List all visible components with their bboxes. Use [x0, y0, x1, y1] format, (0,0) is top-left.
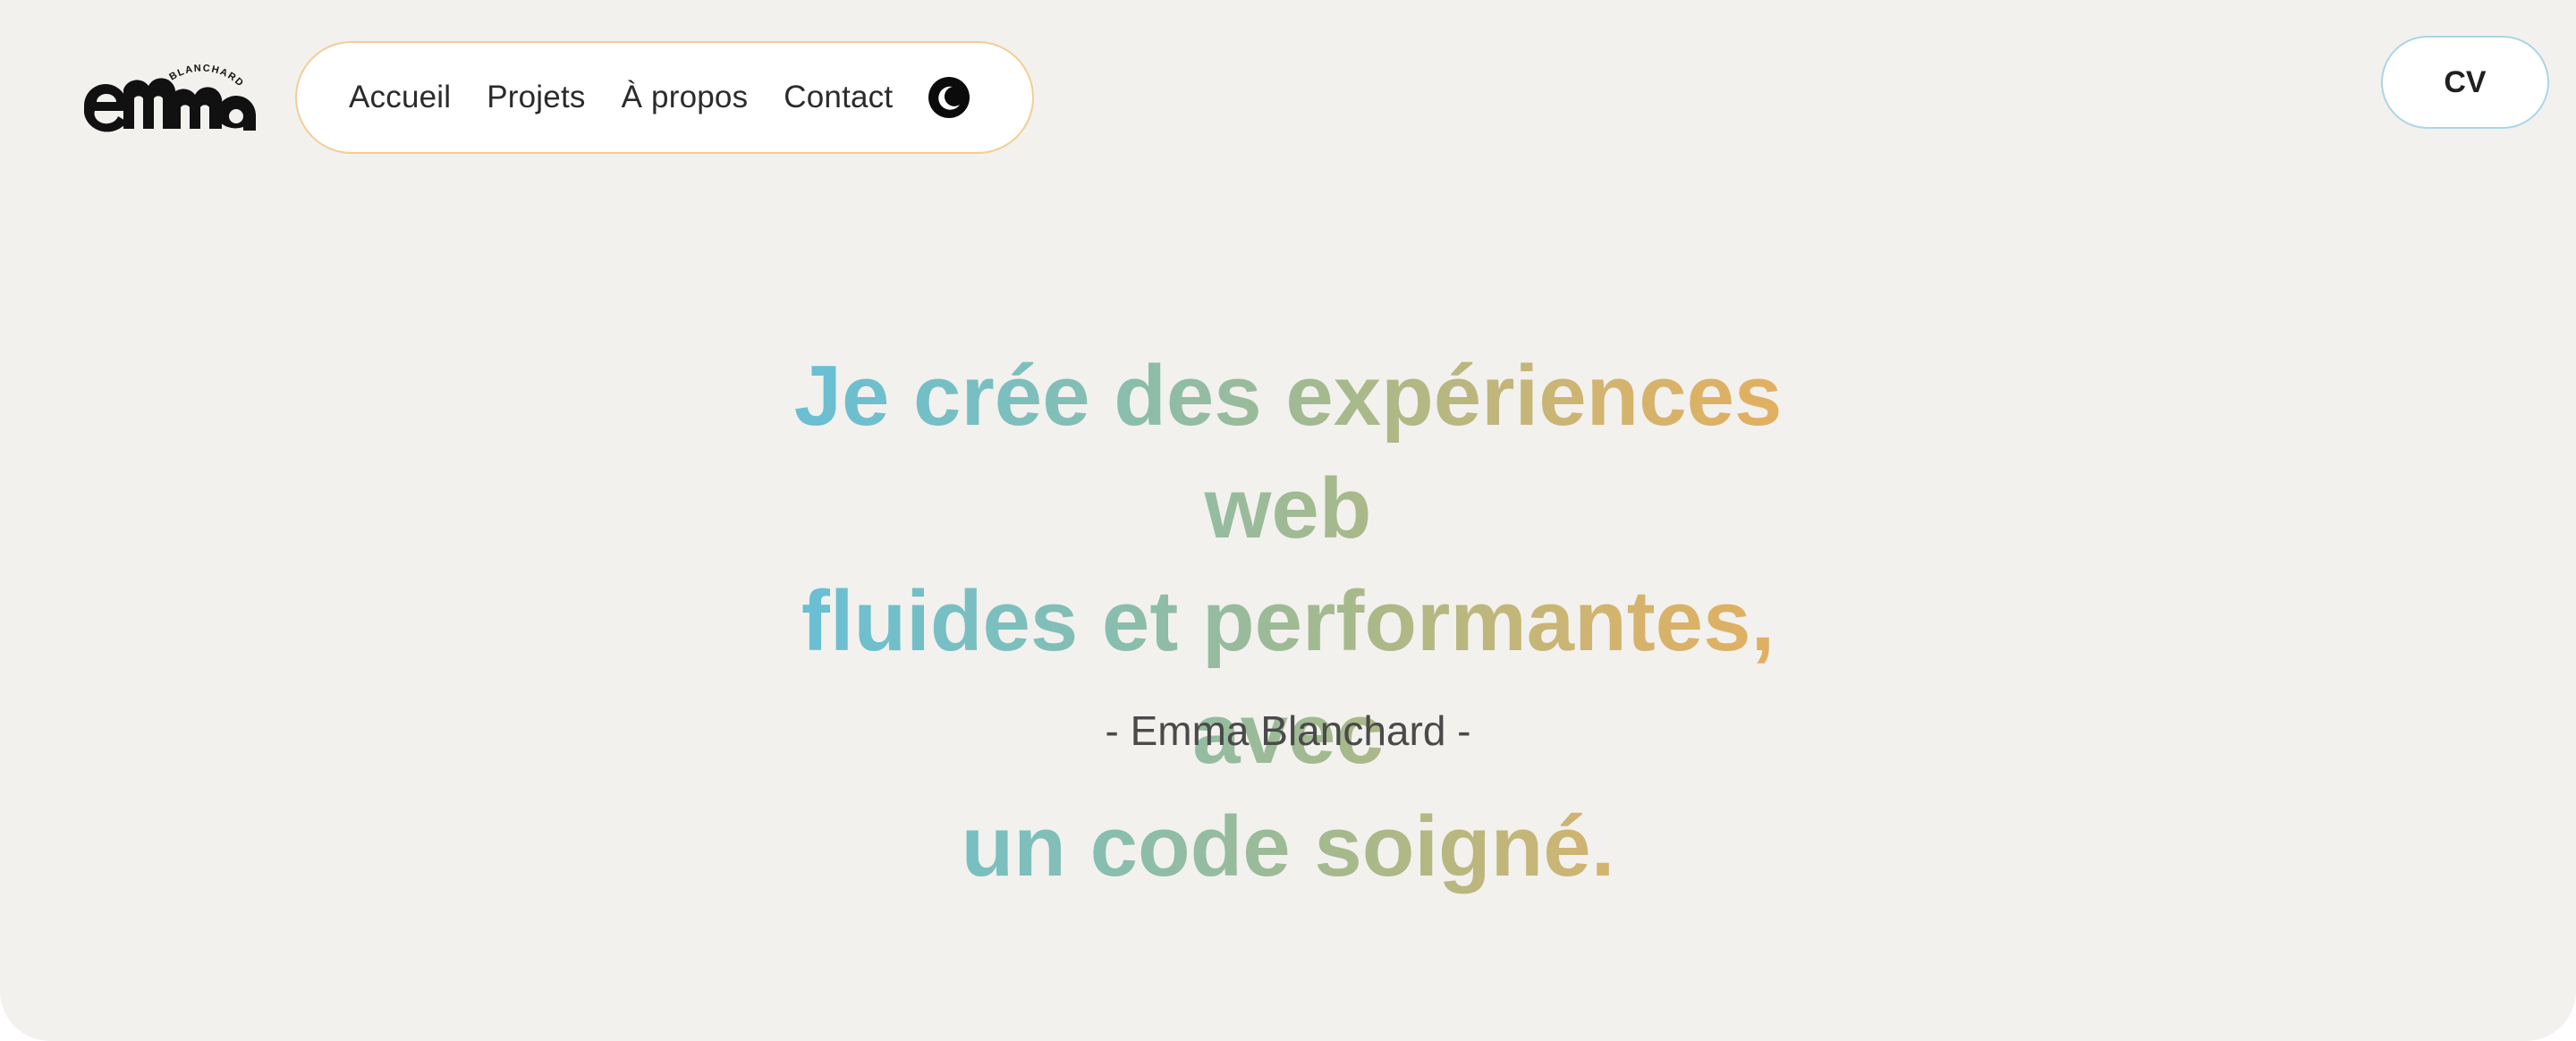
main-nav: Accueil Projets À propos Contact	[295, 41, 1034, 154]
moon-icon	[938, 86, 961, 110]
cv-button[interactable]: CV	[2381, 36, 2549, 129]
nav-link-projets[interactable]: Projets	[487, 80, 585, 115]
svg-text:BLANCHARD: BLANCHARD	[167, 63, 246, 89]
page: BLANCHARD Accueil Projets À propos Conta…	[0, 0, 2576, 1041]
hero-line-3: un code soigné.	[720, 791, 1856, 903]
hero-quote: Je crée des expériences web fluides et p…	[0, 340, 2576, 903]
hero-line-1: Je crée des expériences web	[729, 340, 1847, 565]
emma-blanchard-logo[interactable]: BLANCHARD	[82, 63, 261, 134]
nav-link-accueil[interactable]: Accueil	[349, 80, 451, 115]
hero-line-2: fluides et performantes, avec	[720, 565, 1856, 791]
nav-link-a-propos[interactable]: À propos	[622, 80, 749, 115]
nav-link-contact[interactable]: Contact	[784, 80, 893, 115]
theme-toggle-button[interactable]	[928, 77, 970, 118]
hero-author: - Emma Blanchard -	[1105, 707, 1471, 754]
logo-subtext: BLANCHARD	[167, 63, 244, 89]
